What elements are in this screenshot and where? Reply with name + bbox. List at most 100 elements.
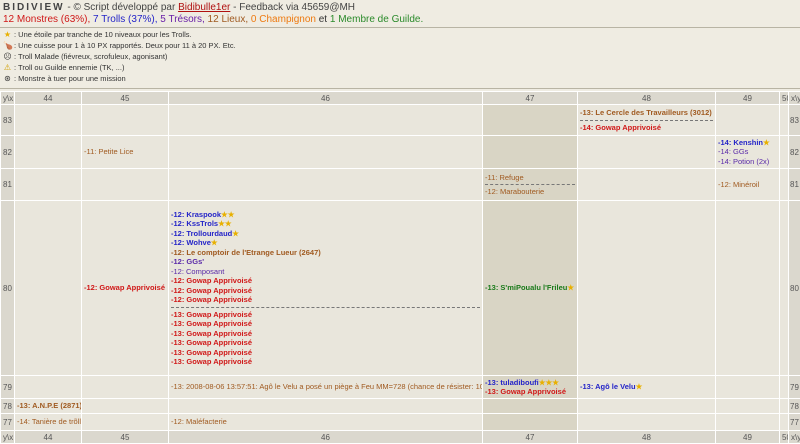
map-cell <box>716 201 780 376</box>
cell-entry[interactable]: -12: Marabouterie <box>485 187 575 197</box>
map-cell <box>15 376 82 399</box>
map-cell <box>169 169 483 201</box>
column-header-row: y\x44454647484950x\y <box>1 92 800 105</box>
cell-entry[interactable]: -13: Le Cercle des Travailleurs (3012) <box>580 108 713 118</box>
count-label: Membre de Guilde. <box>335 14 423 25</box>
cell-entry[interactable]: -12: Gowap Apprivoisé <box>84 283 166 293</box>
map-cell <box>169 399 483 414</box>
map-cell: -14: Kenshin★-14: GGs-14: Potion (2x) <box>716 136 780 169</box>
map-cell <box>780 201 789 376</box>
cell-entry[interactable]: -13: S'miPoualu l'Frileu★ <box>485 283 575 293</box>
map-cell: -13: tuladiboufi★★★-13: Gowap Apprivoisé <box>483 376 578 399</box>
map-cell <box>578 201 716 376</box>
cell-entry[interactable]: -13: tuladiboufi★★★ <box>485 378 575 388</box>
author-link[interactable]: Bidibulle1er <box>178 2 230 13</box>
cell-entry[interactable]: -13: Agô le Velu★ <box>580 382 713 392</box>
cell-entry[interactable]: -12: Composant <box>171 267 480 277</box>
map-cell <box>483 105 578 136</box>
cell-entry[interactable]: -13: Gowap Apprivoisé <box>171 329 480 339</box>
cell-entry[interactable]: -13: Gowap Apprivoisé <box>171 338 480 348</box>
grid-row: 78-13: A.N.P.E (2871)78 <box>1 399 800 414</box>
map-cell: -13: 2008-08-06 13:57:51: Agô le Velu a … <box>169 376 483 399</box>
map-cell <box>716 376 780 399</box>
cell-entry[interactable]: -13: A.N.P.E (2871) <box>17 401 79 411</box>
legend-item: ★: Une étoile par tranche de 10 niveaux … <box>3 30 192 39</box>
y-coordinate: 80 <box>789 201 800 376</box>
cell-entry[interactable]: -14: Potion (2x) <box>718 157 777 167</box>
star-icon: ★ <box>552 378 559 387</box>
map-cell <box>82 105 169 136</box>
y-coordinate: 79 <box>789 376 800 399</box>
cell-entry[interactable]: -12: Minéroil <box>718 180 777 190</box>
y-coordinate: 82 <box>789 136 800 169</box>
cell-entry[interactable]: -12: Wohve★ <box>171 238 480 248</box>
count-label: Monstres (63%), <box>14 14 93 25</box>
cell-entry[interactable]: -14: Tanière de trõll <box>17 417 79 427</box>
map-cell: -12: Kraspook★★-12: KssTrols★★-12: Troll… <box>169 201 483 376</box>
map-cell <box>169 136 483 169</box>
legend-item: 🍗: Une cuisse pour 1 à 10 PX rapportés. … <box>3 41 236 50</box>
map-cell <box>780 169 789 201</box>
cell-entry[interactable]: -12: Kraspook★★ <box>171 210 480 220</box>
map-cell <box>82 414 169 431</box>
legend-item: ⚠: Troll ou Guilde ennemie (TK, ...) <box>3 63 124 72</box>
divider <box>0 27 800 28</box>
cell-entry[interactable]: -13: Gowap Apprivoisé <box>485 387 575 397</box>
map-cell: -11: Petite Lice <box>82 136 169 169</box>
cell-entry[interactable]: -12: KssTrols★★ <box>171 219 480 229</box>
cell-entry[interactable]: -14: Gowap Apprivoisé <box>580 123 713 133</box>
count-number: et <box>316 14 330 25</box>
legend-item: ☹: Troll Malade (fiévreux, scrofuleux, a… <box>3 52 167 61</box>
cell-entry[interactable]: -12: Gowap Apprivoisé <box>171 286 480 296</box>
cell-entry[interactable]: -14: Kenshin★ <box>718 138 777 148</box>
map-cell <box>780 105 789 136</box>
level-separator <box>171 307 480 308</box>
map-cell <box>578 399 716 414</box>
map-cell: -12: Gowap Apprivoisé <box>82 201 169 376</box>
y-coordinate: 78 <box>789 399 800 414</box>
x-coordinate: 46 <box>169 92 483 105</box>
cell-entry[interactable]: -11: Petite Lice <box>84 147 166 157</box>
y-coordinate: 83 <box>789 105 800 136</box>
header: BIDIVIEW - © Script développé par Bidibu… <box>3 2 423 27</box>
level-separator <box>580 120 713 121</box>
map-cell <box>780 399 789 414</box>
view-grid: y\x44454647484950x\y83 -13: Le Cercle des… <box>0 91 800 444</box>
star-icon: ★ <box>218 219 225 228</box>
cell-entry[interactable]: -12: Trollourdaud★ <box>171 229 480 239</box>
map-cell <box>15 169 82 201</box>
cell-entry[interactable]: -12: GGs' <box>171 257 480 267</box>
map-cell <box>82 376 169 399</box>
y-coordinate: 82 <box>1 136 15 169</box>
cell-entry[interactable]: -12: Gowap Apprivoisé <box>171 295 480 305</box>
map-cell: -12: Minéroil <box>716 169 780 201</box>
grid-row: 79 -13: 2008-08-06 13:57:51: Agô le Velu … <box>1 376 800 399</box>
cell-entry[interactable]: -11: Refuge <box>485 173 575 183</box>
count-label: Trésors, <box>166 14 208 25</box>
y-coordinate: 83 <box>1 105 15 136</box>
map-cell <box>169 105 483 136</box>
cell-entry[interactable]: -13: Gowap Apprivoisé <box>171 310 480 320</box>
cell-entry[interactable]: -12: Le comptoir de l'Etrange Lueur (264… <box>171 248 480 258</box>
cell-entry[interactable]: -14: GGs <box>718 147 777 157</box>
legend-text: : Monstre à tuer pour une mission <box>14 74 126 83</box>
cell-entry[interactable]: -13: Gowap Apprivoisé <box>171 319 480 329</box>
level-separator <box>485 184 575 185</box>
cell-entry[interactable]: -13: 2008-08-06 13:57:51: Agô le Velu a … <box>171 382 480 392</box>
cell-entry[interactable]: -13: Gowap Apprivoisé <box>171 348 480 358</box>
legend-text: : Troll ou Guilde ennemie (TK, ...) <box>14 63 124 72</box>
x-coordinate: 48 <box>578 92 716 105</box>
y-coordinate: 81 <box>789 169 800 201</box>
divider <box>0 88 800 89</box>
map-cell <box>578 414 716 431</box>
x-coordinate: 45 <box>82 92 169 105</box>
cell-entry[interactable]: -12: Maléfacterie <box>171 417 480 427</box>
map-cell: -13: S'miPoualu l'Frileu★ <box>483 201 578 376</box>
map-cell: -14: Tanière de trõll <box>15 414 82 431</box>
x-coordinate: 44 <box>15 92 82 105</box>
grid-row: 77-14: Tanière de trõll-12: Maléfacterie… <box>1 414 800 431</box>
cell-entry[interactable]: -13: Gowap Apprivoisé <box>171 357 480 367</box>
x-coordinate: 49 <box>716 92 780 105</box>
map-cell: -13: Le Cercle des Travailleurs (3012) -1… <box>578 105 716 136</box>
cell-entry[interactable]: -12: Gowap Apprivoisé <box>171 276 480 286</box>
